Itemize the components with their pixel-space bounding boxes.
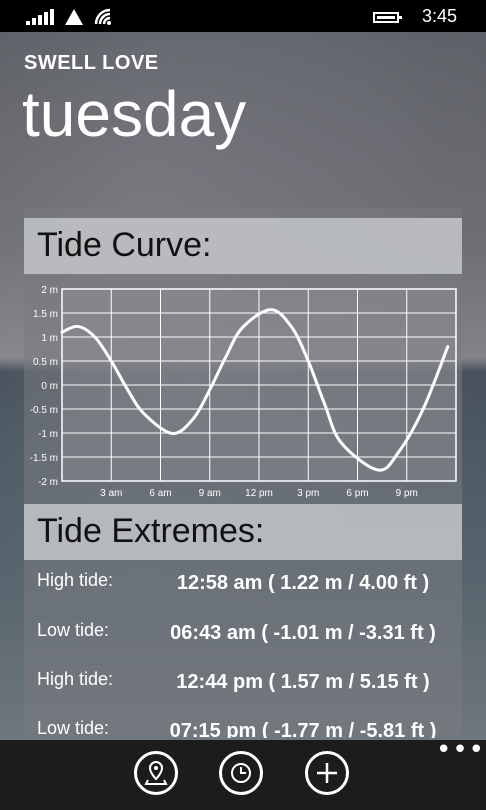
tide-extreme-row: Low tide: 06:43 am ( -1.01 m / -3.31 ft … [24,620,462,660]
x-tick-label: 3 am [100,488,122,499]
tide-type-label: High tide: [37,570,114,590]
x-tick-label: 12 pm [245,488,273,499]
y-tick-label: -2 m [38,477,58,488]
tide-type-label: Low tide: [37,718,110,738]
x-tick-label: 9 am [199,488,221,499]
x-tick-label: 6 am [149,488,171,499]
data-triangle-icon [65,9,83,25]
app-bar: ••• [0,737,486,810]
x-tick-label: 9 pm [396,488,418,499]
tide-time-value: 12:44 pm ( 1.57 m / 5.15 ft ) [176,671,430,693]
y-tick-label: 1.5 m [33,309,58,320]
status-time: 3:45 [422,6,458,26]
clock-button[interactable] [219,751,263,795]
tide-type-label: High tide: [37,669,114,689]
add-button[interactable] [305,751,349,795]
tide-extreme-row: High tide: 12:44 pm ( 1.57 m / 5.15 ft ) [24,669,462,709]
y-tick-label: -1 m [38,429,58,440]
y-tick-label: 0 m [41,381,58,392]
plus-icon [317,763,337,783]
y-tick-label: -0.5 m [30,405,58,416]
y-tick-label: 1 m [41,333,58,344]
signal-icon [26,9,54,25]
tide-type-label: Low tide: [37,620,110,640]
map-pin-button[interactable] [134,751,178,795]
y-tick-label: 2 m [41,285,58,296]
clock-icon [231,763,251,783]
wifi-icon [94,8,111,25]
tide-curve-header: Tide Curve: [24,218,462,274]
tide-time-value: 06:43 am ( -1.01 m / -3.31 ft ) [170,622,436,644]
tide-time-value: 07:15 pm ( -1.77 m / -5.81 ft ) [169,720,437,738]
status-bar: 3:45 [0,0,486,32]
y-tick-label: 0.5 m [33,357,58,368]
y-tick-label: -1.5 m [30,453,58,464]
more-options-icon[interactable]: ••• [436,737,485,763]
x-tick-label: 3 pm [297,488,319,499]
tide-extreme-row: Low tide: 07:15 pm ( -1.77 m / -5.81 ft … [24,718,462,738]
tide-extremes-header: Tide Extremes: [24,504,462,560]
battery-icon [373,12,402,23]
tide-extremes-heading: Tide Extremes: [37,512,265,550]
content-panel[interactable]: Tide Curve: 2 m 1.5 m 1 m 0.5 m 0 m -0.5 m -1 … [24,208,462,738]
tide-extreme-row: High tide: 12:58 am ( 1.22 m / 4.00 ft ) [24,570,462,610]
tide-curve-heading: Tide Curve: [37,226,212,264]
tide-chart: 2 m 1.5 m 1 m 0.5 m 0 m -0.5 m -1 m -1.5 m -2 m 3… [24,280,462,500]
x-tick-label: 6 pm [346,488,368,499]
page-title: tuesday [22,78,247,150]
tide-time-value: 12:58 am ( 1.22 m / 4.00 ft ) [176,572,430,594]
tide-chart-svg: 2 m 1.5 m 1 m 0.5 m 0 m -0.5 m -1 m -1.5 m -2 m 3… [30,285,457,499]
map-pin-icon [144,760,168,785]
app-title: SWELL LOVE [24,52,159,74]
